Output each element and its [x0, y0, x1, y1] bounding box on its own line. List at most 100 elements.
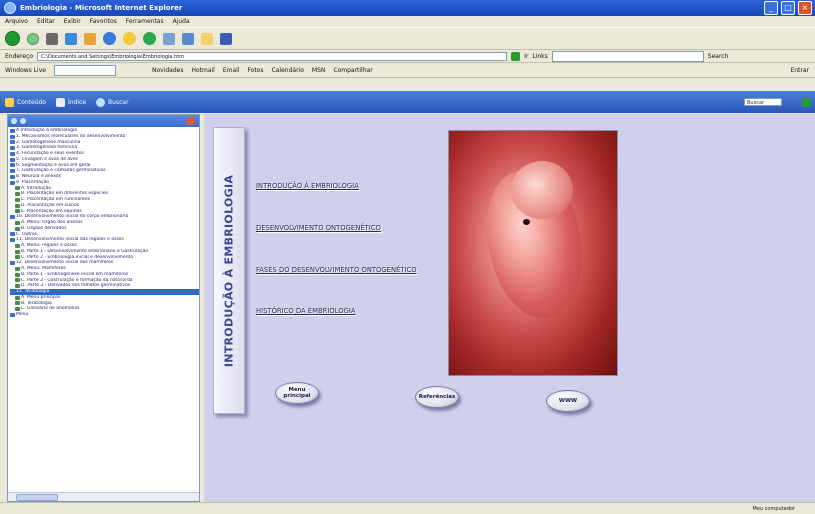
- book-icon: [5, 97, 14, 107]
- sidebar-sync-icon[interactable]: [20, 118, 26, 124]
- chm-search-go-button[interactable]: [802, 97, 811, 107]
- embryo-head: [511, 161, 573, 219]
- page-icon: [15, 209, 20, 214]
- mail-icon[interactable]: [163, 32, 175, 45]
- page-icon: [15, 295, 20, 300]
- vertical-title-bar: INTRODUÇÃO À EMBRIOLOGIA: [213, 127, 245, 414]
- tab-conteudo-label: Conteúdo: [17, 98, 46, 106]
- tab-buscar[interactable]: Buscar: [96, 97, 129, 107]
- book-icon: [10, 312, 15, 317]
- chm-search-input[interactable]: Buscar: [744, 98, 782, 106]
- menu-item-editar[interactable]: Editar: [37, 18, 55, 25]
- page-icon: [15, 266, 20, 271]
- book-icon: [10, 169, 15, 174]
- tree-item-label: Menu: [16, 312, 29, 317]
- page-icon: [15, 203, 20, 208]
- links-label[interactable]: Links: [532, 53, 547, 60]
- index-icon: [56, 97, 65, 107]
- book-icon: [10, 174, 15, 179]
- edit-icon[interactable]: [220, 32, 232, 45]
- signin-link[interactable]: Entrar: [790, 67, 809, 74]
- contents-tree: A Introdução à embriologia 1. Mecanismos …: [8, 127, 199, 318]
- page-icon: [15, 220, 20, 225]
- search-icon[interactable]: [103, 32, 116, 45]
- embryo-eye: [523, 219, 530, 225]
- tab-indice[interactable]: Índice: [56, 97, 86, 107]
- links-bar: Windows Live Novidades Hotmail Email Fot…: [0, 63, 815, 78]
- go-label[interactable]: Ir: [524, 53, 528, 60]
- tab-conteudo[interactable]: Conteúdo: [5, 97, 46, 107]
- menu-item-ferramentas[interactable]: Ferramentas: [126, 18, 164, 25]
- print-icon[interactable]: [182, 32, 194, 45]
- www-button[interactable]: WWW: [546, 390, 590, 412]
- page-icon: [15, 249, 20, 254]
- link-calendario[interactable]: Calendário: [272, 67, 304, 74]
- tree-item[interactable]: Menu: [10, 312, 199, 318]
- menu-item-exibir[interactable]: Exibir: [64, 18, 81, 25]
- book-icon: [10, 289, 15, 294]
- embryo-image: [448, 130, 618, 376]
- close-button[interactable]: ×: [798, 1, 812, 15]
- link-fases-desenvolvimento[interactable]: FASES DO DESENVOLVIMENTO ONTOGENÉTICO: [256, 266, 417, 274]
- book-icon: [10, 232, 15, 237]
- page-icon: [15, 186, 20, 191]
- home-icon[interactable]: [84, 32, 96, 45]
- window-titlebar: Embriologia - Microsoft Internet Explore…: [0, 0, 815, 16]
- address-bar: Endereço C:\Documents and Settings\Embri…: [0, 50, 815, 63]
- link-introducao[interactable]: INTRODUÇÃO À EMBRIOLOGIA: [256, 182, 359, 190]
- book-icon: [10, 134, 15, 139]
- page-icon: [15, 197, 20, 202]
- book-icon: [10, 215, 15, 220]
- favorites-icon[interactable]: [123, 32, 136, 45]
- vertical-title: INTRODUÇÃO À EMBRIOLOGIA: [222, 174, 236, 367]
- maximize-button[interactable]: □: [781, 1, 795, 15]
- link-email[interactable]: Email: [223, 67, 240, 74]
- scrollbar-thumb[interactable]: [16, 494, 58, 501]
- refresh-icon[interactable]: [65, 32, 77, 45]
- sidebar-horizontal-scrollbar[interactable]: [8, 492, 199, 501]
- sidebar-home-icon[interactable]: [11, 118, 17, 124]
- forward-icon[interactable]: [27, 32, 39, 45]
- link-msn[interactable]: MSN: [312, 67, 325, 74]
- stop-icon[interactable]: [46, 32, 58, 45]
- go-button[interactable]: [511, 51, 521, 61]
- link-desenvolvimento-ontogenetico[interactable]: DESENVOLVIMENTO ONTOGENÉTICO: [256, 224, 381, 232]
- page-icon: [15, 278, 20, 283]
- menu-item-ajuda[interactable]: Ajuda: [173, 18, 190, 25]
- back-icon[interactable]: [5, 31, 20, 46]
- ie-icon: [4, 2, 16, 14]
- search-label[interactable]: Search: [708, 53, 729, 60]
- tab-buscar-label: Buscar: [108, 98, 129, 106]
- page-icon: [15, 284, 20, 289]
- search-input[interactable]: [551, 50, 704, 62]
- book-icon: [10, 157, 15, 162]
- history-icon[interactable]: [143, 32, 156, 45]
- link-historico[interactable]: HISTÓRICO DA EMBRIOLOGIA: [256, 307, 356, 315]
- live-search-input[interactable]: [53, 64, 116, 76]
- content-pane: INTRODUÇÃO À EMBRIOLOGIA INTRODUÇÃO À EM…: [204, 114, 815, 502]
- book-icon: [10, 180, 15, 185]
- contents-sidebar: A Introdução à embriologia 1. Mecanismos …: [7, 114, 200, 502]
- link-hotmail[interactable]: Hotmail: [191, 67, 214, 74]
- book-icon: [10, 151, 15, 156]
- link-compartilhar[interactable]: Compartilhar: [333, 67, 372, 74]
- menu-principal-button[interactable]: Menu principal: [275, 382, 319, 404]
- link-fotos[interactable]: Fotos: [248, 67, 264, 74]
- sidebar-close-icon[interactable]: [187, 117, 195, 125]
- chm-toolbar: Conteúdo Índice Buscar Buscar: [0, 91, 815, 113]
- windows-live-brand[interactable]: Windows Live: [5, 67, 46, 74]
- tree-item-label: C. Glossário de anomalias: [21, 306, 80, 312]
- address-input[interactable]: C:\Documents and Settings\Embriologia\Em…: [37, 51, 508, 61]
- status-zone: Meu computador: [752, 505, 795, 512]
- link-novidades[interactable]: Novidades: [152, 67, 184, 74]
- page-icon: [15, 255, 20, 260]
- window-title: Embriologia - Microsoft Internet Explore…: [20, 4, 183, 12]
- folder-icon[interactable]: [201, 32, 213, 45]
- sidebar-header: [8, 115, 199, 127]
- menu-item-arquivo[interactable]: Arquivo: [5, 18, 28, 25]
- browser-toolbar: [0, 27, 815, 50]
- menu-item-favoritos[interactable]: Favoritos: [90, 18, 117, 25]
- minimize-button[interactable]: _: [764, 1, 778, 15]
- magnifier-icon: [96, 97, 106, 107]
- referencias-button[interactable]: Referências: [415, 386, 459, 408]
